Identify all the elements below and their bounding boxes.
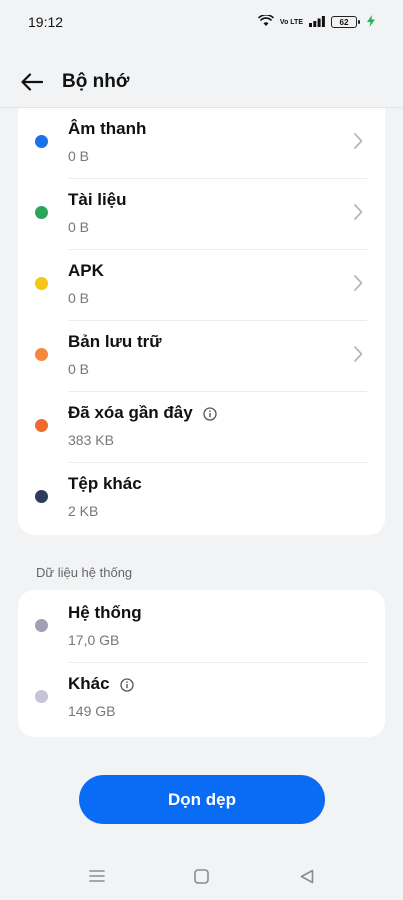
category-size: 0 B (68, 290, 90, 306)
volte-indicator: Vo LTE (279, 18, 303, 26)
color-dot (35, 419, 48, 432)
category-row-archives[interactable]: Bản lưu trữ 0 B (18, 321, 385, 392)
system-row-system[interactable]: Hệ thống 17,0 GB (18, 592, 385, 663)
system-row-other[interactable]: Khác 149 GB (18, 663, 385, 734)
category-size: 0 B (68, 219, 90, 235)
home-square-icon[interactable] (192, 866, 212, 886)
system-item-name: Khác (68, 674, 110, 693)
section-label-system-data: Dữ liệu hệ thống (36, 565, 133, 580)
category-row-audio[interactable]: Âm thanh 0 B (18, 108, 385, 179)
system-item-size: 149 GB (68, 703, 116, 719)
color-dot (35, 348, 48, 361)
charging-icon (367, 14, 375, 30)
back-triangle-icon[interactable] (297, 866, 317, 886)
category-row-documents[interactable]: Tài liệu 0 B (18, 179, 385, 250)
category-size: 0 B (68, 361, 90, 377)
status-icons: Vo LTE 62 (257, 14, 375, 30)
category-size: 0 B (68, 148, 90, 164)
chevron-right-icon (351, 131, 365, 151)
info-icon[interactable] (203, 406, 217, 421)
system-nav-bar (0, 852, 403, 900)
status-time: 19:12 (28, 14, 64, 30)
system-data-card: Hệ thống 17,0 GB Khác 149 GB (18, 590, 385, 737)
category-row-recently-deleted[interactable]: Đã xóa gần đây 383 KB (18, 392, 385, 463)
category-size: 383 KB (68, 432, 114, 448)
menu-icon[interactable] (87, 866, 107, 886)
battery-icon: 62 (331, 16, 360, 28)
category-size: 2 KB (68, 503, 99, 519)
category-row-other-files[interactable]: Tệp khác 2 KB (18, 463, 385, 534)
color-dot (35, 490, 48, 503)
back-arrow-icon[interactable] (18, 68, 46, 96)
color-dot (35, 206, 48, 219)
app-header: Bộ nhớ (0, 56, 403, 108)
system-item-name-wrap: Khác (68, 674, 134, 694)
system-item-name: Hệ thống (68, 603, 142, 622)
category-card: Âm thanh 0 B Tài liệu 0 B APK 0 B Bản lư… (18, 108, 385, 535)
color-dot (35, 135, 48, 148)
category-name-wrap: Đã xóa gần đây (68, 403, 217, 423)
status-bar: 19:12 Vo LTE 62 (0, 0, 403, 44)
chevron-right-icon (351, 273, 365, 293)
color-dot (35, 277, 48, 290)
system-item-size: 17,0 GB (68, 632, 120, 648)
chevron-right-icon (351, 202, 365, 222)
color-dot (35, 690, 48, 703)
chevron-right-icon (351, 344, 365, 364)
signal-icon (309, 14, 325, 30)
category-name: Âm thanh (68, 119, 147, 138)
category-name: Đã xóa gần đây (68, 403, 193, 422)
category-name: Tài liệu (68, 190, 127, 209)
category-name: Bản lưu trữ (68, 332, 162, 351)
color-dot (35, 619, 48, 632)
category-name: APK (68, 261, 104, 280)
wifi-icon (257, 14, 274, 30)
category-name: Tệp khác (68, 474, 142, 493)
clean-up-button[interactable]: Dọn dẹp (79, 775, 325, 824)
page-title: Bộ nhớ (62, 70, 130, 92)
category-row-apk[interactable]: APK 0 B (18, 250, 385, 321)
info-icon[interactable] (119, 677, 134, 692)
